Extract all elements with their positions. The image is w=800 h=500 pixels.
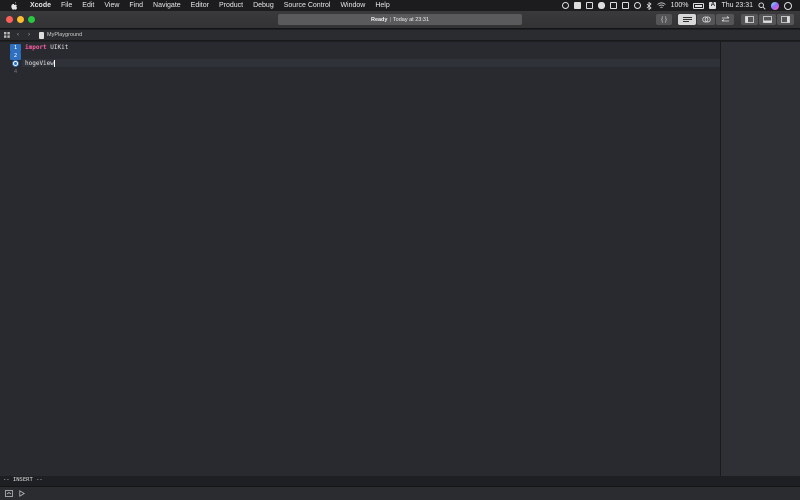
assistant-editor-button[interactable] [697, 14, 715, 25]
status-menus: 100% A Thu 23:31 [561, 1, 800, 10]
menu-product[interactable]: Product [214, 2, 248, 9]
venn-icon [701, 16, 711, 23]
arrows-swap-icon [721, 16, 729, 22]
time-machine-icon[interactable] [633, 2, 641, 9]
status-timestamp: Today at 23:31 [392, 16, 430, 23]
inspector-panel-icon [781, 16, 790, 23]
breadcrumb-file[interactable]: MyPlayground [47, 32, 82, 38]
wifi-icon[interactable] [656, 2, 666, 9]
menu-help[interactable]: Help [370, 2, 394, 9]
keyword-import: import [25, 44, 47, 51]
line-number-gutter: 1 2 4 [0, 42, 22, 476]
notification-center-icon[interactable] [784, 1, 792, 10]
standard-editor-button[interactable] [678, 14, 696, 25]
library-button[interactable]: { } [656, 14, 672, 25]
activity-viewer: Ready | Today at 23:31 [278, 14, 522, 25]
menu-source-control[interactable]: Source Control [279, 2, 336, 9]
toggle-inspector-button[interactable] [777, 14, 794, 25]
line-number: 4 [13, 69, 18, 75]
line-number: 1 [10, 44, 21, 52]
source-editor[interactable]: 1 2 4 import UIKit hogeView [0, 42, 720, 476]
close-window-button[interactable] [6, 16, 13, 23]
navigator-panel-icon [745, 16, 754, 23]
menu-find[interactable]: Find [124, 2, 148, 9]
status-separator: | [389, 16, 391, 23]
line-number: 2 [10, 52, 21, 60]
apple-menu-icon[interactable] [9, 1, 19, 10]
chevron-right-icon[interactable]: › [25, 31, 33, 39]
battery-icon[interactable] [693, 2, 705, 9]
jump-bar: ‹ › MyPlayground [0, 30, 800, 41]
identifier-text: hogeView [25, 60, 54, 67]
playground-file-icon [39, 31, 44, 39]
menu-app-xcode[interactable]: Xcode [25, 2, 56, 9]
text-cursor [53, 60, 55, 67]
hide-debug-area-icon[interactable] [5, 490, 13, 497]
menu-debug[interactable]: Debug [248, 2, 279, 9]
menu-window[interactable]: Window [335, 2, 370, 9]
vim-mode-indicator: -- INSERT -- [0, 476, 800, 485]
menu-navigate[interactable]: Navigate [148, 2, 186, 9]
battery-percent: 100% [670, 2, 689, 9]
zoom-window-button[interactable] [28, 16, 35, 23]
related-items-grid-icon[interactable] [3, 31, 11, 39]
current-line-highlight [22, 59, 720, 67]
menu-bar: Xcode File Edit View Find Navigate Edito… [0, 0, 800, 11]
bluetooth-icon[interactable] [646, 1, 652, 10]
lines-icon [682, 16, 692, 22]
code-line-1: import UIKit [25, 44, 68, 52]
screen-record-icon[interactable] [561, 2, 569, 9]
menu-view[interactable]: View [99, 2, 124, 9]
toggle-navigator-button[interactable] [741, 14, 758, 25]
spotlight-search-icon[interactable] [758, 1, 766, 10]
code-braces-icon: { } [661, 16, 667, 23]
menubar-clock[interactable]: Thu 23:31 [721, 2, 753, 9]
minimize-window-button[interactable] [17, 16, 24, 23]
chevron-left-icon[interactable]: ‹ [14, 31, 22, 39]
monitor-icon[interactable] [609, 2, 617, 9]
code-line-3: hogeView [25, 60, 55, 68]
siri-icon[interactable] [771, 1, 779, 10]
run-line-button[interactable] [12, 59, 19, 67]
module-name: UIKit [46, 44, 69, 51]
cloud-icon[interactable] [597, 2, 605, 9]
results-sidebar [720, 42, 800, 476]
menu-edit[interactable]: Edit [77, 2, 99, 9]
debug-panel-icon [763, 16, 772, 23]
input-source-icon[interactable]: A [709, 2, 717, 9]
window-toolbar: Ready | Today at 23:31 { } [0, 11, 800, 29]
toggle-debug-area-button[interactable] [759, 14, 776, 25]
debug-bar [0, 486, 800, 500]
play-icon[interactable] [18, 490, 26, 497]
notes-icon[interactable] [621, 2, 629, 9]
version-editor-button[interactable] [716, 14, 734, 25]
menu-editor[interactable]: Editor [186, 2, 214, 9]
status-primary: Ready [370, 16, 388, 23]
window-icon[interactable] [585, 2, 593, 9]
clipboard-icon[interactable] [573, 2, 581, 9]
menu-file[interactable]: File [56, 2, 77, 9]
